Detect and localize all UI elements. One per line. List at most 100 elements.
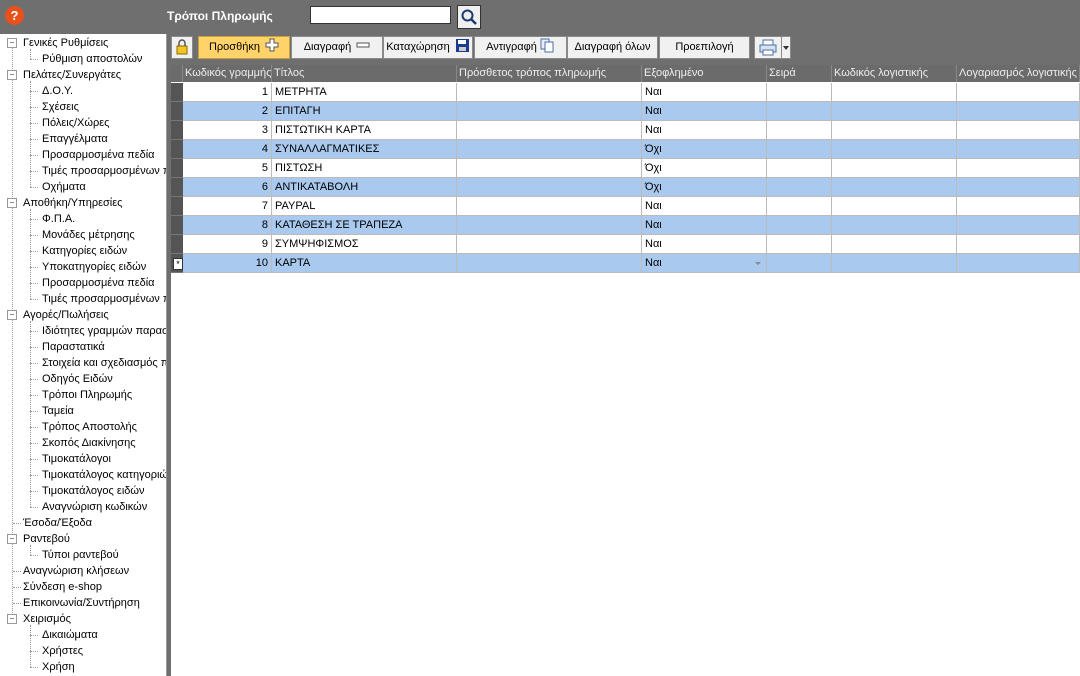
tree-child-node[interactable]: Αναγνώριση κωδικών xyxy=(42,499,147,515)
cell-code[interactable]: 10 xyxy=(183,254,272,273)
cell-paid[interactable]: Όχι xyxy=(642,159,767,178)
cell-acc_code[interactable] xyxy=(832,159,957,178)
cell-extra[interactable] xyxy=(457,197,642,216)
help-icon[interactable]: ? xyxy=(5,6,24,25)
cell-acc_code[interactable] xyxy=(832,197,957,216)
row-selector[interactable] xyxy=(171,140,183,159)
cell-title[interactable]: ΚΑΡΤΑ xyxy=(272,254,457,273)
cell-code[interactable]: 1 xyxy=(183,83,272,102)
row-selector[interactable] xyxy=(171,83,183,102)
cell-title[interactable]: ΜΕΤΡΗΤΑ xyxy=(272,83,457,102)
tree-child-node[interactable]: Προσαρμοσμένα πεδία xyxy=(42,275,155,291)
cell-paid[interactable]: Ναι xyxy=(642,235,767,254)
cell-series[interactable] xyxy=(767,140,832,159)
tree-child-node[interactable]: Κατηγορίες ειδών xyxy=(42,243,127,259)
cell-code[interactable]: 7 xyxy=(183,197,272,216)
tree-child-node[interactable]: Επαγγέλματα xyxy=(42,131,108,147)
column-header[interactable]: Κωδικός λογιστικής xyxy=(832,65,957,82)
cell-series[interactable] xyxy=(767,216,832,235)
cell-paid[interactable]: Ναι xyxy=(642,254,767,273)
tree-node[interactable]: Σύνδεση e-shop xyxy=(23,579,102,595)
tree-child-node[interactable]: Χρήση xyxy=(42,659,75,675)
tree-child-node[interactable]: Πόλεις/Χώρες xyxy=(42,115,109,131)
row-selector[interactable] xyxy=(171,159,183,178)
lock-button[interactable] xyxy=(171,36,193,59)
row-selector[interactable] xyxy=(171,102,183,121)
cell-series[interactable] xyxy=(767,254,832,273)
tree-child-node[interactable]: Σκοπός Διακίνησης xyxy=(42,435,136,451)
tree-child-node[interactable]: Τιμοκατάλογος ειδών xyxy=(42,483,144,499)
cell-extra[interactable] xyxy=(457,216,642,235)
cell-paid[interactable]: Ναι xyxy=(642,102,767,121)
tree-child-node[interactable]: Παραστατικά xyxy=(42,339,105,355)
tree-child-node[interactable]: Τρόπος Αποστολής xyxy=(42,419,137,435)
delete-all-button[interactable]: Διαγραφή όλων xyxy=(567,36,658,59)
cell-extra[interactable] xyxy=(457,83,642,102)
tree-node[interactable]: Επικοινωνία/Συντήρηση xyxy=(23,595,140,611)
tree-child-node[interactable]: Τρόποι Πληρωμής xyxy=(42,387,132,403)
tree-child-node[interactable]: Ταμεία xyxy=(42,403,74,419)
copy-button[interactable]: Αντιγραφή xyxy=(474,36,567,59)
cell-paid[interactable]: Ναι xyxy=(642,121,767,140)
tree-node[interactable]: Αποθήκη/Υπηρεσίες xyxy=(23,195,122,211)
tree-child-node[interactable]: Τύποι ραντεβού xyxy=(42,547,119,563)
tree-child-node[interactable]: Τιμοκατάλογοι xyxy=(42,451,111,467)
cell-acc[interactable] xyxy=(957,140,1080,159)
cell-acc[interactable] xyxy=(957,159,1080,178)
tree-node[interactable]: Αγορές/Πωλήσεις xyxy=(23,307,109,323)
tree-child-node[interactable]: Τιμές προσαρμοσμένων πεδίων xyxy=(42,163,166,179)
tree-child-node[interactable]: Δ.Ο.Υ. xyxy=(42,83,73,99)
cell-paid[interactable]: Ναι xyxy=(642,197,767,216)
tree-child-node[interactable]: Σχέσεις xyxy=(42,99,79,115)
cell-acc[interactable] xyxy=(957,178,1080,197)
add-button[interactable]: Προσθήκη xyxy=(198,36,290,59)
cell-acc_code[interactable] xyxy=(832,235,957,254)
cell-acc[interactable] xyxy=(957,216,1080,235)
collapse-toggle-icon[interactable]: − xyxy=(7,70,17,80)
tree-node[interactable]: Αναγνώριση κλήσεων xyxy=(23,563,129,579)
cell-acc[interactable] xyxy=(957,121,1080,140)
cell-code[interactable]: 9 xyxy=(183,235,272,254)
cell-paid[interactable]: Ναι xyxy=(642,83,767,102)
cell-acc[interactable] xyxy=(957,235,1080,254)
column-header[interactable]: Τίτλος xyxy=(272,65,457,82)
tree-child-node[interactable]: Οχήματα xyxy=(42,179,86,195)
collapse-toggle-icon[interactable]: − xyxy=(7,310,17,320)
cell-acc[interactable] xyxy=(957,83,1080,102)
tree-child-node[interactable]: Φ.Π.Α. xyxy=(42,211,75,227)
column-header[interactable]: Πρόσθετος τρόπος πληρωμής xyxy=(457,65,642,82)
cell-series[interactable] xyxy=(767,178,832,197)
default-button[interactable]: Προεπιλογή xyxy=(659,36,750,59)
cell-acc[interactable] xyxy=(957,102,1080,121)
cell-paid[interactable]: Ναι xyxy=(642,216,767,235)
print-options-dropdown[interactable] xyxy=(781,36,791,59)
cell-acc_code[interactable] xyxy=(832,254,957,273)
cell-code[interactable]: 4 xyxy=(183,140,272,159)
cell-title[interactable]: ΕΠΙΤΑΓΗ xyxy=(272,102,457,121)
cell-extra[interactable] xyxy=(457,102,642,121)
cell-title[interactable]: ΚΑΤΑΘΕΣΗ ΣΕ ΤΡΑΠΕΖΑ xyxy=(272,216,457,235)
collapse-toggle-icon[interactable]: − xyxy=(7,614,17,624)
cell-series[interactable] xyxy=(767,121,832,140)
cell-code[interactable]: 8 xyxy=(183,216,272,235)
cell-title[interactable]: PAYPAL xyxy=(272,197,457,216)
cell-extra[interactable] xyxy=(457,121,642,140)
cell-title[interactable]: ΣΥΝΑΛΛΑΓΜΑΤΙΚΕΣ xyxy=(272,140,457,159)
cell-acc_code[interactable] xyxy=(832,83,957,102)
cell-extra[interactable] xyxy=(457,235,642,254)
tree-node[interactable]: Γενικές Ρυθμίσεις xyxy=(23,35,108,51)
collapse-toggle-icon[interactable]: − xyxy=(7,198,17,208)
cell-acc_code[interactable] xyxy=(832,216,957,235)
tree-child-node[interactable]: Οδηγός Ειδών xyxy=(42,371,113,387)
row-selector[interactable] xyxy=(171,235,183,254)
cell-paid[interactable]: Όχι xyxy=(642,140,767,159)
tree-node[interactable]: Πελάτες/Συνεργάτες xyxy=(23,67,121,83)
cell-series[interactable] xyxy=(767,159,832,178)
collapse-toggle-icon[interactable]: − xyxy=(7,38,17,48)
column-header[interactable]: Λογαριασμός λογιστικής xyxy=(957,65,1080,82)
row-selector[interactable] xyxy=(171,216,183,235)
tree-child-node[interactable]: Τιμοκατάλογος κατηγοριών xyxy=(42,467,166,483)
tree-child-node[interactable]: Ιδιότητες γραμμών παραστατικών xyxy=(42,323,166,339)
save-button[interactable]: Καταχώρηση xyxy=(383,36,473,59)
cell-extra[interactable] xyxy=(457,159,642,178)
